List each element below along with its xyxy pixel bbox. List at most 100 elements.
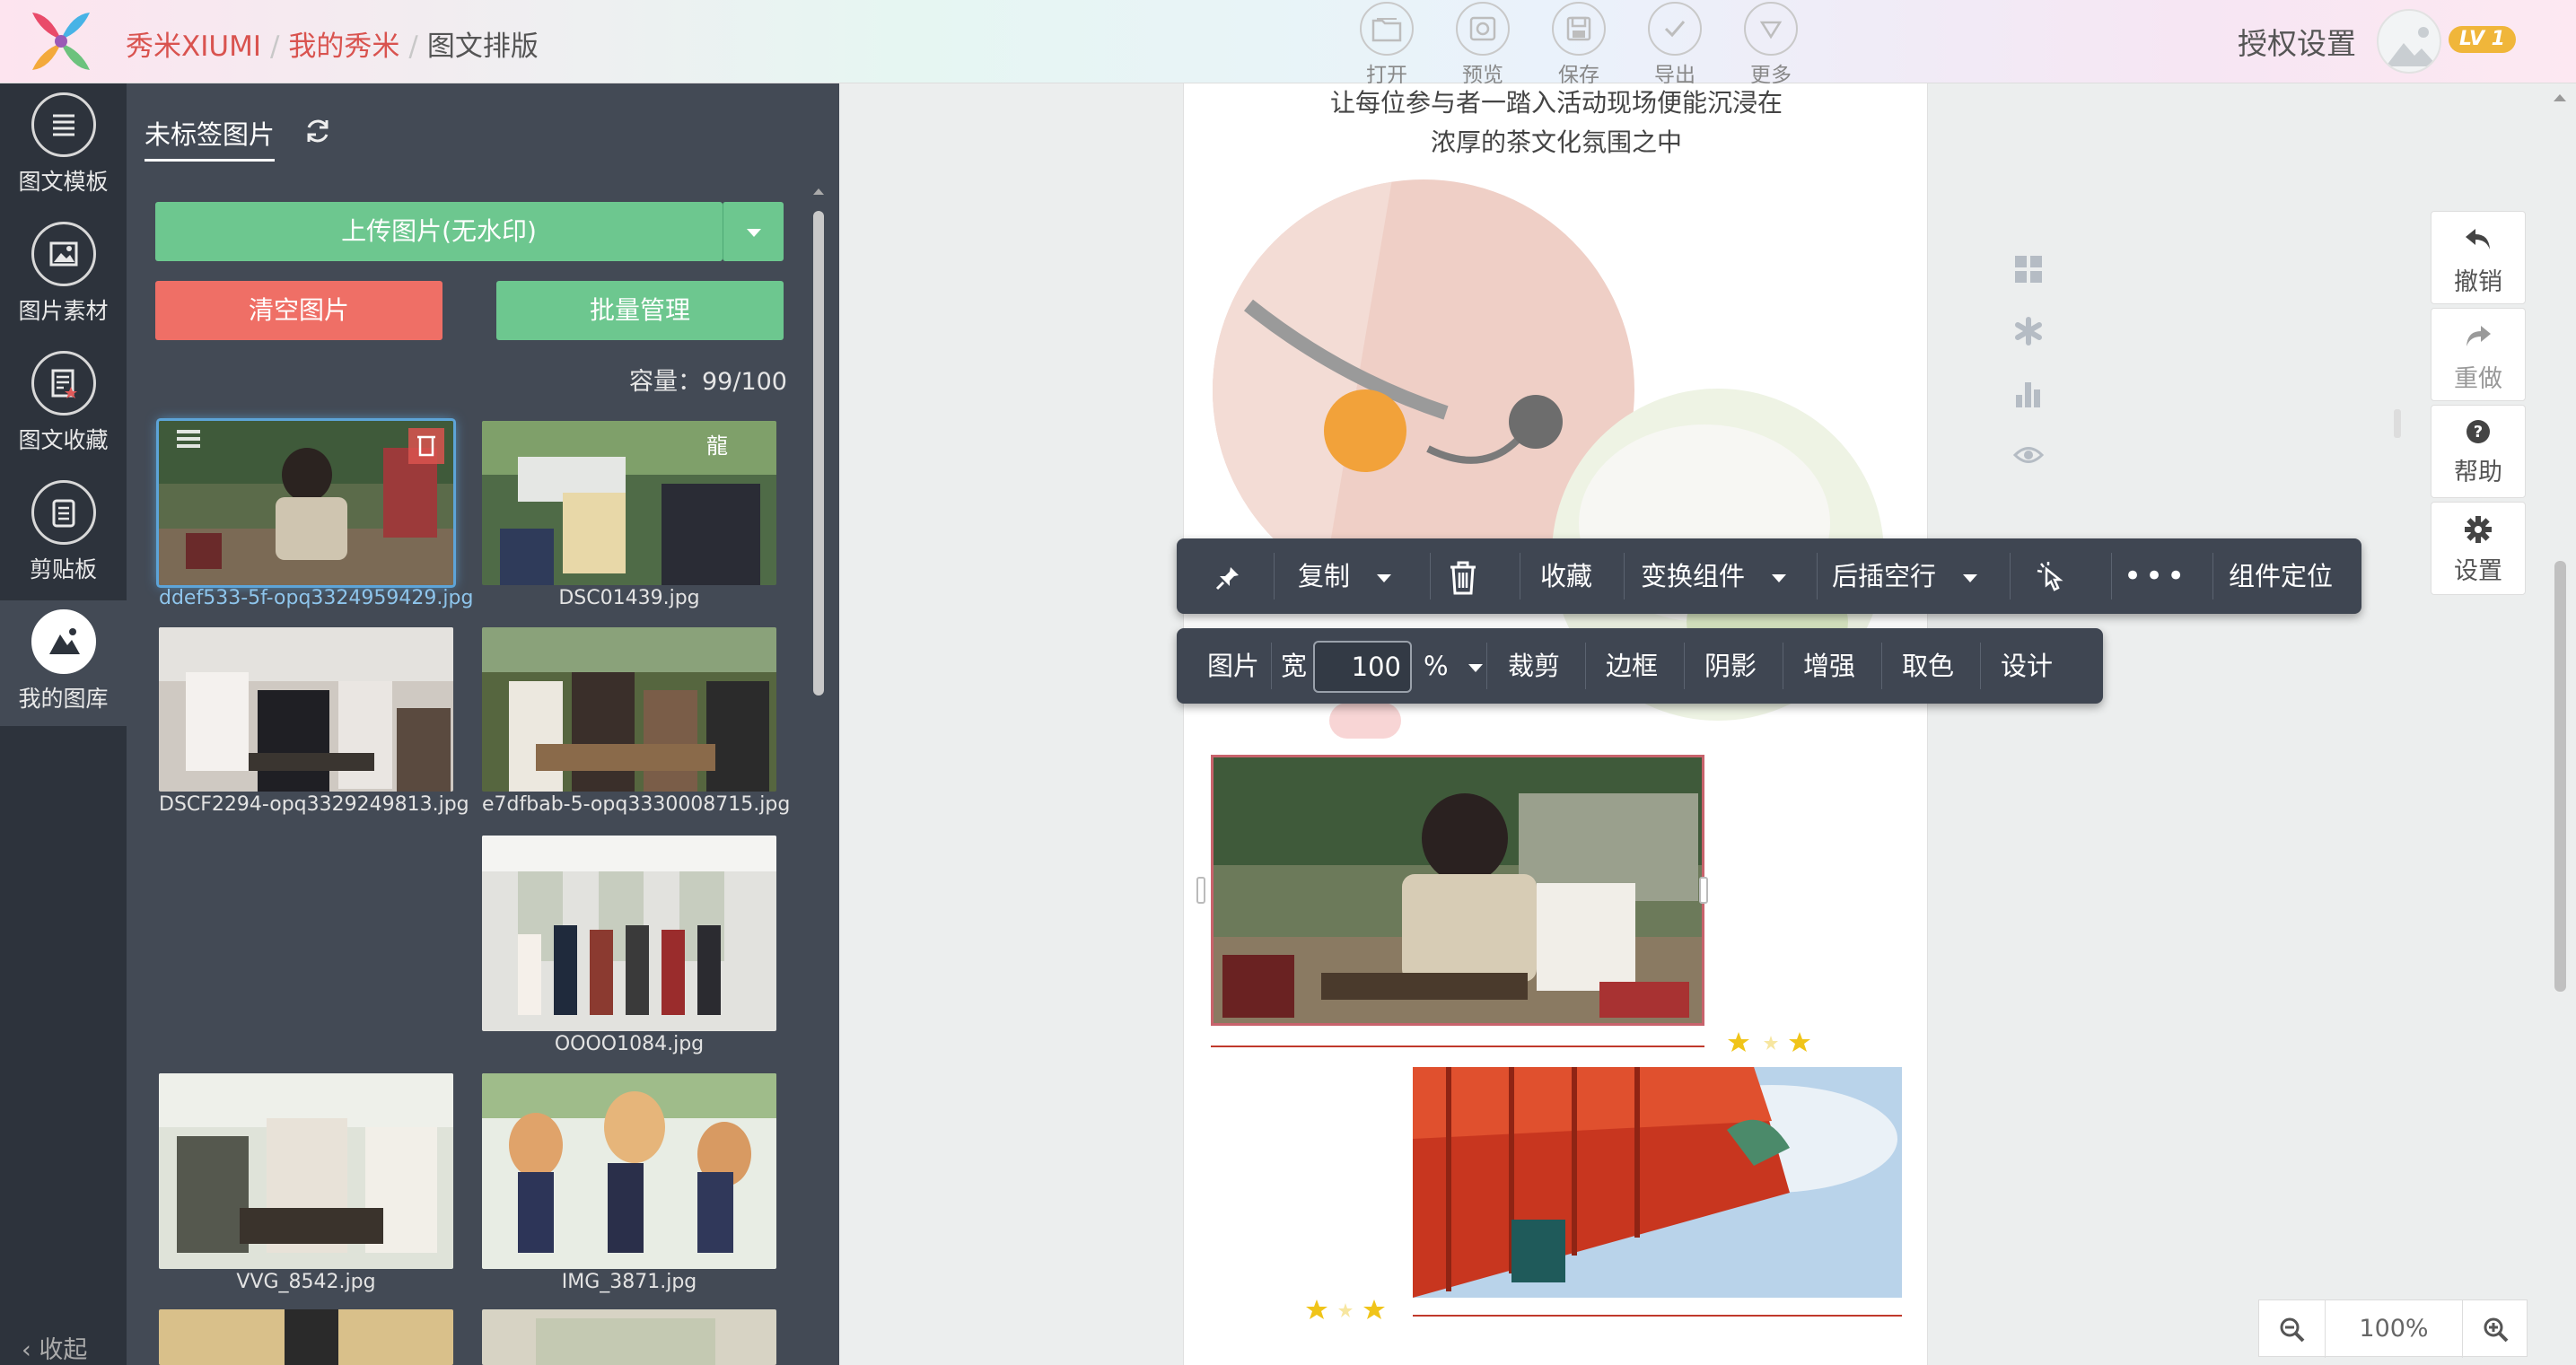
zoom-control: 100%	[2258, 1299, 2528, 1358]
redo-button[interactable]: 重做	[2431, 308, 2526, 401]
tab-untagged-images[interactable]: 未标签图片	[145, 114, 276, 162]
toolbar-separator	[1817, 553, 1818, 599]
nav-item-clipboard[interactable]: 剪贴板	[0, 471, 127, 597]
nav-item-image-material[interactable]: 图片素材	[0, 213, 127, 338]
favorites-icon	[51, 369, 77, 398]
export-button[interactable]: 导出	[1634, 0, 1715, 87]
copy-button[interactable]: 复制	[1298, 538, 1392, 614]
undo-button[interactable]: 撤销	[2431, 211, 2526, 304]
settings-button[interactable]: 设置	[2431, 502, 2526, 595]
design-button[interactable]: 设计	[2001, 628, 2053, 704]
article-text-line[interactable]: 浓厚的茶文化氛围之中	[1184, 123, 1929, 159]
library-scrollbar[interactable]	[809, 182, 828, 1365]
shadow-button[interactable]: 阴影	[1704, 628, 1757, 704]
bar-chart-icon[interactable]	[2013, 379, 2044, 409]
refresh-icon[interactable]	[302, 116, 333, 146]
image-toolbar: 图片 宽 100 % 裁剪 边框 阴影 增强 取色 设计	[1177, 628, 2103, 704]
star-decoration-icon	[1306, 1299, 1385, 1319]
capacity-text: 容量：99/100	[629, 368, 787, 396]
delete-button[interactable]	[1448, 538, 1478, 614]
image-filename: VVG_8542.jpg	[236, 1271, 376, 1293]
toolbar-separator	[1980, 643, 1981, 689]
width-input[interactable]: 100	[1313, 641, 1412, 693]
level-badge: LV 1	[2449, 26, 2516, 53]
undo-icon	[2466, 229, 2490, 249]
save-button[interactable]: 保存	[1538, 0, 1619, 87]
border-button[interactable]: 边框	[1606, 628, 1658, 704]
editor-canvas[interactable]: 让每位参与者一踏入活动现场便能沉浸在 浓厚的茶文化氛围之中	[1183, 83, 1928, 1365]
trash-icon	[1450, 561, 1476, 595]
toolbar-separator	[1274, 553, 1275, 599]
batch-manage-button[interactable]: 批量管理	[496, 281, 784, 340]
open-button[interactable]: 打开	[1346, 0, 1427, 87]
image-thumb[interactable]: 龍 DSC01439.jpg	[482, 421, 776, 609]
eye-icon[interactable]	[2013, 440, 2044, 470]
resize-handle-right[interactable]	[1699, 877, 1708, 904]
crop-button[interactable]: 裁剪	[1508, 628, 1560, 704]
main-scrollbar[interactable]	[2547, 85, 2572, 1365]
upload-options-dropdown[interactable]	[723, 202, 784, 261]
image-thumb[interactable]: VVG_8542.jpg	[159, 1073, 453, 1293]
export-check-icon	[1664, 21, 1686, 38]
breadcrumb-my-xiumi-link[interactable]: 我的秀米	[288, 31, 399, 63]
image-thumb[interactable]: ddef533-5f-opq3324959429.jpg	[159, 421, 473, 609]
grid-layout-icon[interactable]	[2013, 254, 2044, 284]
nav-item-templates[interactable]: 图文模板	[0, 83, 127, 209]
toolbar-separator	[1271, 643, 1272, 689]
pick-color-button[interactable]: 取色	[1902, 628, 1954, 704]
image-thumb[interactable]	[159, 1309, 453, 1365]
image-thumb[interactable]: e7dfbab-5-opq3330008715.jpg	[482, 627, 791, 816]
nav-item-my-gallery[interactable]: 我的图库	[0, 600, 127, 726]
upload-image-button[interactable]: 上传图片(无水印)	[155, 202, 723, 261]
scrollbar-thumb[interactable]	[813, 211, 824, 696]
width-unit-dropdown[interactable]: %	[1424, 628, 1483, 704]
help-label: 帮助	[2454, 459, 2502, 486]
redo-icon	[2466, 326, 2491, 346]
asterisk-icon[interactable]	[2013, 316, 2044, 346]
avatar[interactable]	[2377, 9, 2441, 74]
scroll-up-icon[interactable]	[2547, 85, 2572, 110]
preview-button[interactable]: 预览	[1442, 0, 1523, 87]
delete-icon[interactable]	[408, 428, 444, 464]
breadcrumb-home-link[interactable]: 秀米XIUMI	[126, 31, 261, 63]
xiumi-logo-icon[interactable]	[23, 5, 99, 77]
chevron-down-icon[interactable]	[1963, 573, 1978, 582]
resize-handle-left[interactable]	[1196, 877, 1205, 904]
image-thumb[interactable]: OOOO1084.jpg	[482, 836, 776, 1055]
zoom-out-button[interactable]	[2259, 1300, 2326, 1358]
article-text-line[interactable]: 让每位参与者一踏入活动现场便能沉浸在	[1184, 83, 1929, 119]
help-button[interactable]: ? 帮助	[2431, 405, 2526, 498]
more-button[interactable]: 更多	[1730, 0, 1811, 87]
pin-button[interactable]	[1214, 538, 1241, 614]
clear-images-button[interactable]: 清空图片	[155, 281, 442, 340]
selected-image-frame[interactable]	[1211, 755, 1704, 1026]
partial-photo	[159, 1309, 453, 1365]
image-thumb[interactable]	[482, 1309, 776, 1365]
nav-item-favorites[interactable]: 图文收藏	[0, 342, 127, 468]
collapse-nav-button[interactable]: ‹ 收起	[22, 1330, 87, 1365]
auth-settings-link[interactable]: 授权设置	[2238, 20, 2356, 63]
locate-component-button[interactable]: 组件定位	[2229, 538, 2333, 614]
breadcrumb-separator: /	[408, 31, 418, 63]
transform-component-button[interactable]: 变换组件	[1641, 538, 1787, 614]
more-options-button[interactable]: •••	[2124, 538, 2188, 614]
insert-blank-line-button[interactable]: 后插空行	[1832, 538, 1978, 614]
image-thumb[interactable]: DSCF2294-opq3329249813.jpg	[159, 627, 469, 816]
scroll-up-icon[interactable]	[809, 182, 828, 202]
panel-drag-handle[interactable]	[2394, 409, 2401, 438]
chevron-down-icon[interactable]	[1772, 573, 1787, 582]
settings-gear-icon	[2465, 516, 2492, 543]
favorite-button[interactable]: 收藏	[1540, 538, 1592, 614]
divider-line	[1211, 1046, 1704, 1047]
image-thumb[interactable]: IMG_3871.jpg	[482, 1073, 776, 1293]
select-pointer-button[interactable]	[2034, 538, 2070, 614]
enhance-button[interactable]: 增强	[1803, 628, 1855, 704]
image-filename: e7dfbab-5-opq3330008715.jpg	[482, 793, 791, 816]
undo-label: 撤销	[2454, 268, 2502, 296]
toolbar-separator	[1585, 643, 1586, 689]
eaves-article-image[interactable]	[1413, 1067, 1902, 1298]
chevron-down-icon[interactable]	[1377, 573, 1392, 582]
zoom-in-button[interactable]	[2462, 1300, 2528, 1358]
scrollbar-thumb[interactable]	[2554, 561, 2566, 992]
avatar-placeholder-icon	[2386, 27, 2438, 66]
